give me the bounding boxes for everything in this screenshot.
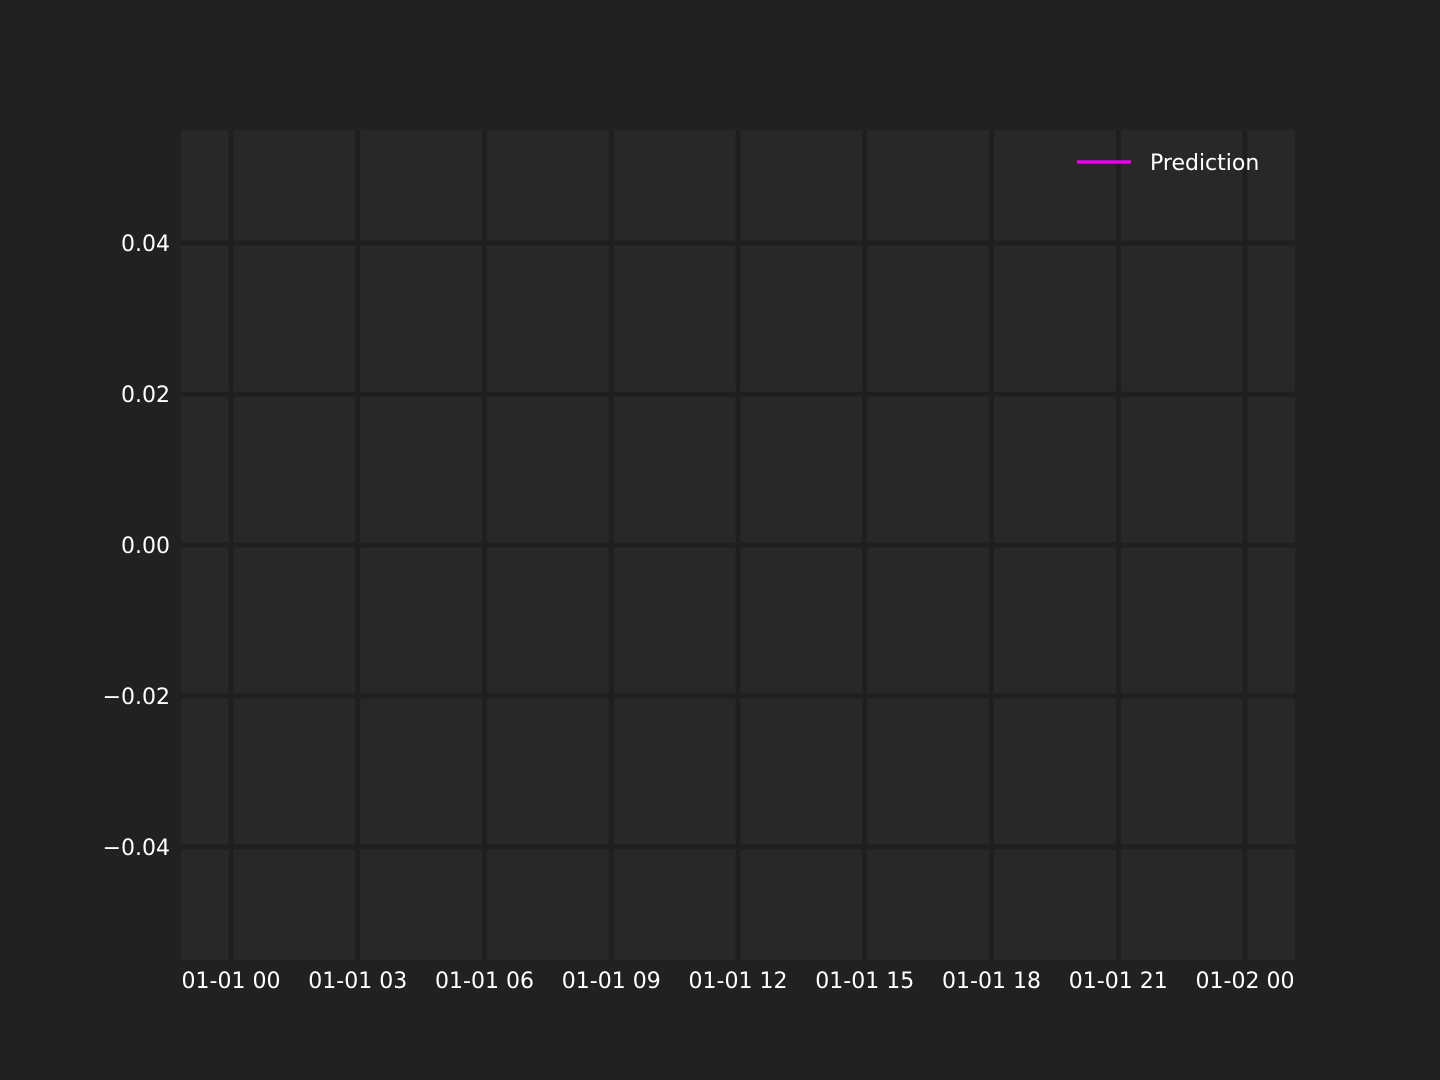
y-axis-tick-labels: −0.04 −0.02 0.00 0.02 0.04 — [103, 232, 170, 861]
x-axis-tick-labels: 01-01 00 01-01 03 01-01 06 01-01 09 01-01 12… — [182, 969, 1295, 994]
y-tick-label: 0.02 — [121, 383, 170, 408]
x-tick-label: 01-01 21 — [1069, 969, 1168, 994]
x-tick-label: 01-01 12 — [689, 969, 788, 994]
chart: −0.04−0.020.000.020.04 01-01 00 01-01 03 0… — [103, 130, 1295, 994]
x-tick-label: 01-01 18 — [942, 969, 1041, 994]
legend-label-prediction: Prediction — [1150, 151, 1259, 176]
x-tick-label: 01-01 03 — [308, 969, 407, 994]
x-tick-label: 01-01 15 — [815, 969, 914, 994]
x-tick-label: 01-01 09 — [562, 969, 661, 994]
y-tick-label: 0.04 — [121, 232, 170, 257]
x-tick-label: 01-01 00 — [182, 969, 281, 994]
y-tick-label: 0.00 — [121, 534, 170, 559]
x-tick-label: 01-01 06 — [435, 969, 534, 994]
y-tick-label: −0.04 — [103, 836, 170, 861]
y-tick-label: −0.02 — [103, 685, 170, 710]
x-tick-label: 01-02 00 — [1196, 969, 1295, 994]
